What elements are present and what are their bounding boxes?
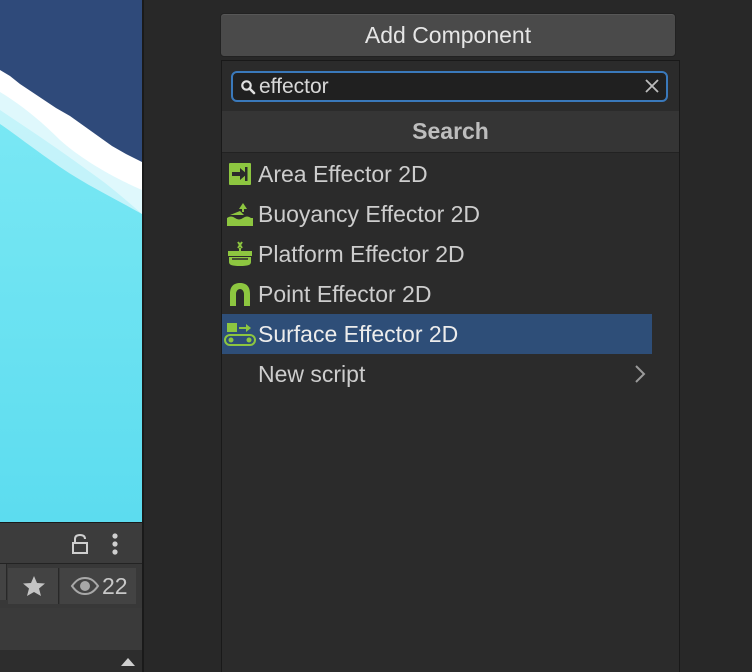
add-component-button[interactable]: Add Component [220,13,676,57]
visibility-toggle[interactable]: 22 [60,568,136,604]
clear-search-icon[interactable] [643,77,661,100]
component-item-label: New script [258,360,366,387]
scene-visibility-bar: 22 [0,563,142,609]
eye-icon [70,576,100,596]
component-item-surface-effector-2d[interactable]: Surface Effector 2D [222,314,652,354]
component-item-label: Point Effector 2D [258,280,432,307]
scene-render [0,0,142,522]
visibility-count: 22 [102,573,128,599]
inspector-gutter [144,0,220,672]
lock-icon[interactable] [70,533,90,555]
component-item-buoyancy-effector-2d[interactable]: Buoyancy Effector 2D [222,194,652,234]
point-effector-icon [222,274,258,314]
search-results-header: Search [222,111,679,153]
search-icon [240,79,256,100]
search-field[interactable] [231,71,668,102]
scene-toolbar [0,522,142,563]
component-item-platform-effector-2d[interactable]: Platform Effector 2D [222,234,652,274]
kebab-menu-icon[interactable] [108,532,122,556]
platform-effector-icon [222,234,258,274]
component-item-label: Platform Effector 2D [258,240,465,267]
scene-view[interactable] [0,0,142,522]
component-item-new-script[interactable]: New script [222,354,652,394]
popup-scroll-gutter [652,154,679,672]
scroll-up-icon[interactable] [120,656,136,668]
surface-effector-icon [222,314,258,354]
toolbar-segment [0,564,7,600]
star-icon [22,575,46,597]
search-input[interactable] [259,73,629,100]
component-item-point-effector-2d[interactable]: Point Effector 2D [222,274,652,314]
add-component-popup: Search Area Effector 2D [221,60,680,672]
component-list: Area Effector 2D Buoyancy Effector 2D Pl… [222,154,652,394]
component-item-label: Surface Effector 2D [258,320,459,347]
component-item-area-effector-2d[interactable]: Area Effector 2D [222,154,652,194]
component-item-label: Area Effector 2D [258,160,428,187]
area-effector-icon [222,154,258,194]
buoyancy-effector-icon [222,194,258,234]
chevron-right-icon [634,364,646,389]
blank-icon-slot [222,354,258,394]
component-item-label: Buoyancy Effector 2D [258,200,481,227]
scroll-area [0,650,142,672]
favorite-button[interactable] [8,568,59,604]
inspector-right-margin [680,0,752,672]
editor-window: 22 Add Component Search [0,0,752,672]
scene-bottom-panel [0,608,142,650]
